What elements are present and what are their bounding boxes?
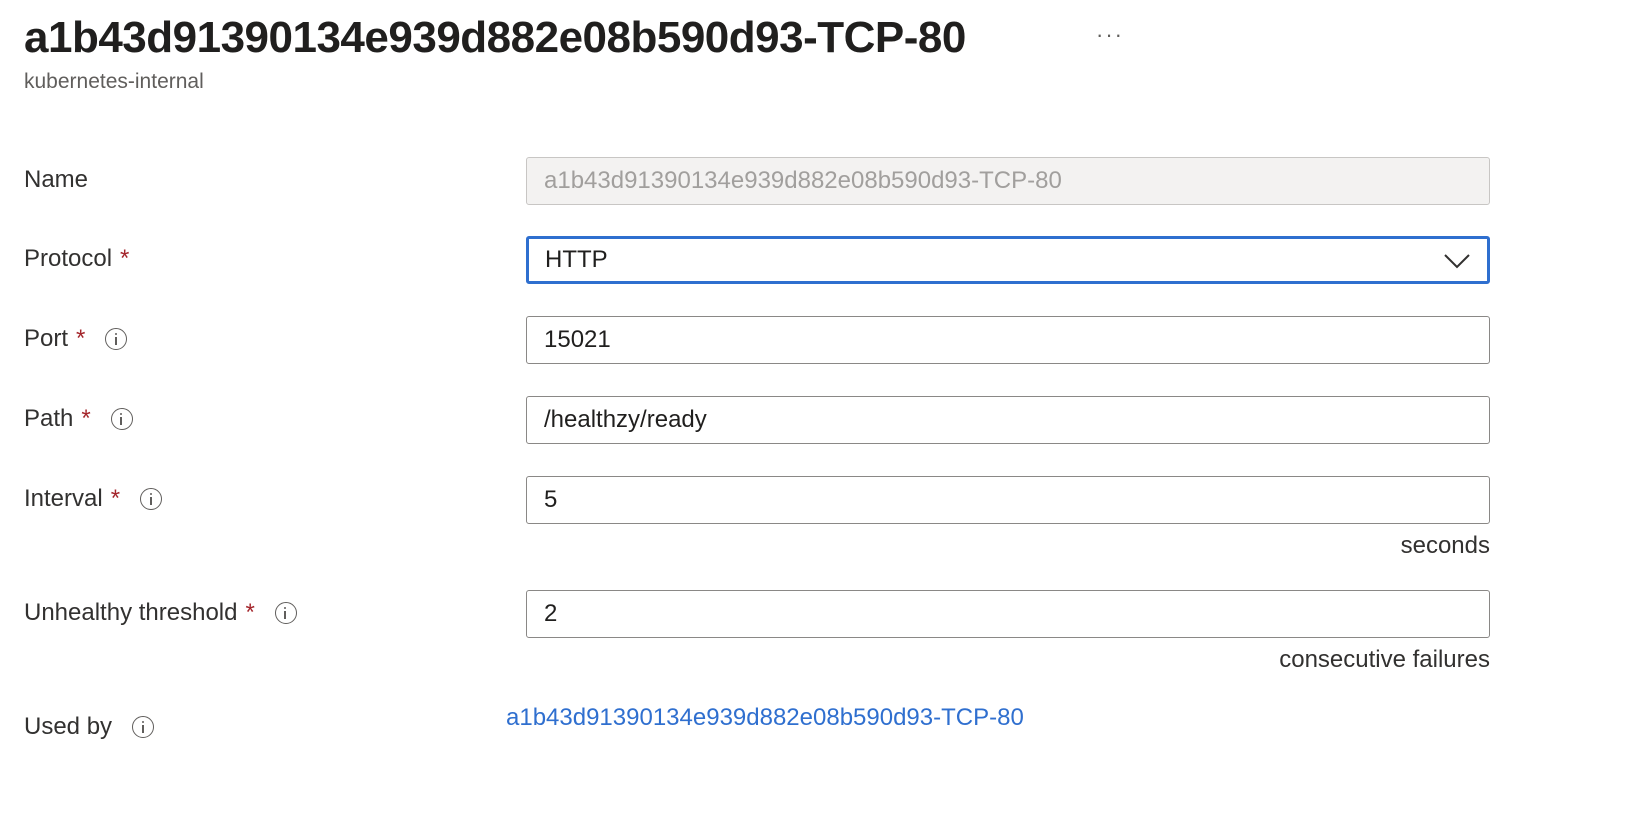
protocol-label-row: Protocol * <box>24 245 129 273</box>
unhealthy-threshold-label: Unhealthy threshold <box>24 599 238 626</box>
info-icon[interactable] <box>110 408 133 430</box>
page-header: a1b43d91390134e939d882e08b590d93-TCP-80 … <box>24 10 966 94</box>
interval-label-row: Interval * <box>24 485 163 513</box>
info-icon[interactable] <box>140 488 163 510</box>
unhealthy-threshold-label-row: Unhealthy threshold * <box>24 599 297 627</box>
unhealthy-threshold-unit: consecutive failures <box>1279 646 1490 673</box>
more-icon[interactable]: ··· <box>1096 22 1124 48</box>
required-indicator: * <box>110 485 121 512</box>
unhealthy-threshold-value: 2 <box>544 600 558 627</box>
info-icon[interactable] <box>274 602 297 624</box>
path-value: /healthzy/ready <box>544 406 707 433</box>
interval-input[interactable]: 5 <box>526 476 1490 524</box>
used-by-label: Used by <box>24 713 113 740</box>
required-indicator: * <box>81 405 91 432</box>
info-icon[interactable] <box>132 716 155 738</box>
protocol-value: HTTP <box>545 246 608 273</box>
port-label-row: Port * <box>24 325 128 353</box>
required-indicator: * <box>245 599 255 626</box>
interval-unit: seconds <box>1400 532 1490 559</box>
path-input[interactable]: /healthzy/ready <box>526 396 1490 444</box>
chevron-down-icon[interactable] <box>1443 248 1471 272</box>
path-label-row: Path * <box>24 405 133 433</box>
required-indicator: * <box>76 325 86 352</box>
used-by-label-row: Used by <box>24 713 155 741</box>
required-indicator: * <box>120 245 130 272</box>
protocol-label: Protocol <box>24 245 113 272</box>
name-value: a1b43d91390134e939d882e08b590d93-TCP-80 <box>544 167 1062 194</box>
unhealthy-threshold-input[interactable]: 2 <box>526 590 1490 638</box>
port-value: 15021 <box>544 326 611 353</box>
protocol-select[interactable]: HTTP <box>526 236 1490 284</box>
page-subtitle: kubernetes-internal <box>24 70 204 93</box>
name-label-row: Name <box>24 166 88 194</box>
used-by-link[interactable]: a1b43d91390134e939d882e08b590d93-TCP-80 <box>506 704 1024 732</box>
name-label: Name <box>24 166 89 193</box>
info-icon[interactable] <box>105 328 128 350</box>
interval-value: 5 <box>544 486 558 513</box>
port-label: Port <box>24 325 69 352</box>
path-label: Path <box>24 405 74 432</box>
interval-label: Interval <box>24 485 103 512</box>
name-field: a1b43d91390134e939d882e08b590d93-TCP-80 <box>526 157 1490 205</box>
page-title: a1b43d91390134e939d882e08b590d93-TCP-80 <box>24 13 966 62</box>
port-input[interactable]: 15021 <box>526 316 1490 364</box>
